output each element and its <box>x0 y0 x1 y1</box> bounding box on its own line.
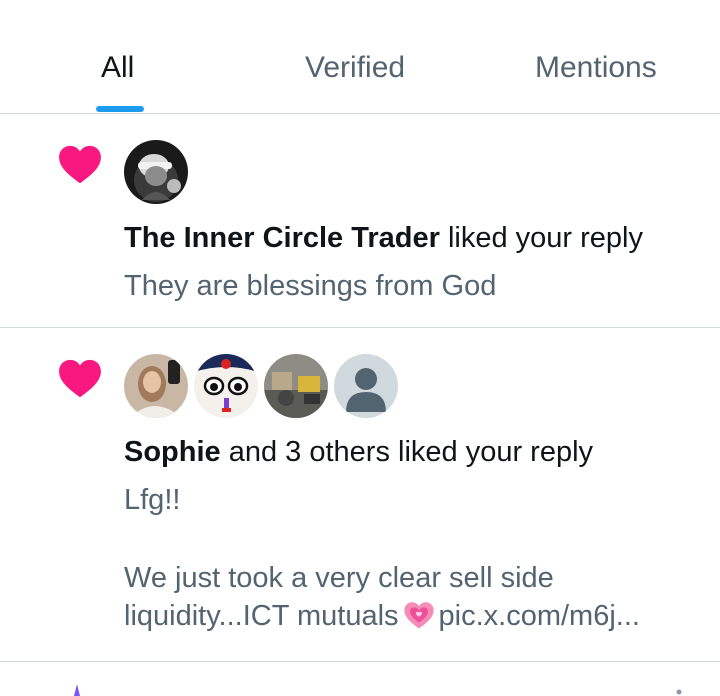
notification-item-partial[interactable] <box>0 662 720 696</box>
notification-tabs: All Verified Mentions <box>0 0 720 114</box>
growing-heart-icon <box>403 602 434 629</box>
reply-snippet: Lfg!! We just took a very clear sell sid… <box>124 481 704 635</box>
notification-text: Sophie and 3 others liked your reply <box>124 434 593 470</box>
heart-icon <box>59 359 101 398</box>
notification-item[interactable]: The Inner Circle Trader liked your reply… <box>0 114 720 328</box>
reply-snippet: They are blessings from God <box>124 267 704 305</box>
tab-all[interactable]: All <box>101 48 134 88</box>
active-tab-indicator <box>96 106 144 112</box>
snippet-line: liquidity...ICT mutuals pic.x.com/m6j... <box>124 597 704 635</box>
avatar[interactable] <box>194 354 258 418</box>
tab-mentions[interactable]: Mentions <box>535 48 657 88</box>
snippet-line: Lfg!! <box>124 484 181 516</box>
sparkle-icon <box>74 684 80 696</box>
tab-verified[interactable]: Verified <box>305 48 405 88</box>
media-link[interactable]: pic.x.com/m6j... <box>439 600 640 632</box>
default-avatar[interactable] <box>334 354 398 418</box>
snippet-line: We just took a very clear sell side <box>124 562 554 594</box>
notification-text: The Inner Circle Trader liked your reply <box>124 220 643 256</box>
notification-action: liked your reply <box>439 222 643 254</box>
notification-item[interactable]: Sophie and 3 others liked your reply Lfg… <box>0 328 720 662</box>
avatar[interactable] <box>124 354 188 418</box>
avatar[interactable] <box>124 140 188 204</box>
actor-name[interactable]: The Inner Circle Trader <box>124 222 440 254</box>
snippet-text: liquidity...ICT mutuals <box>124 600 399 632</box>
notification-action: and 3 others liked your reply <box>220 436 594 468</box>
avatar[interactable] <box>264 354 328 418</box>
more-options-icon[interactable] <box>676 688 682 696</box>
snippet-text: They are blessings from God <box>124 270 497 302</box>
actor-name[interactable]: Sophie <box>124 436 221 468</box>
heart-icon <box>59 145 101 184</box>
